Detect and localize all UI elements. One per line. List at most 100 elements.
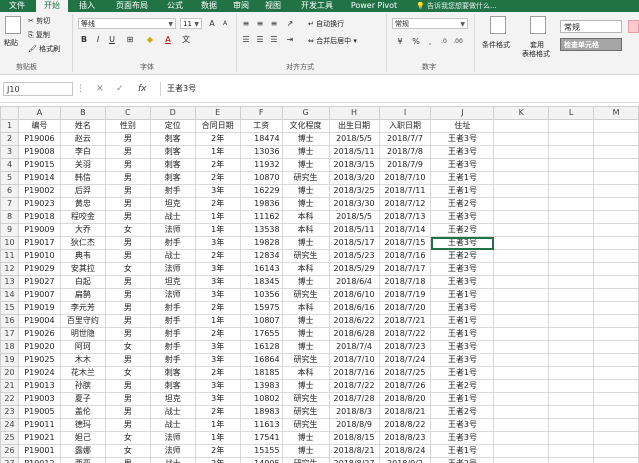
cell[interactable] xyxy=(548,249,595,263)
cell[interactable] xyxy=(593,366,639,380)
cell[interactable]: 王者1号 xyxy=(430,184,495,198)
row-header[interactable]: 27 xyxy=(0,457,19,463)
cell[interactable] xyxy=(548,223,595,237)
increase-font-icon[interactable]: A xyxy=(206,18,218,29)
tab-formulas[interactable]: 公式 xyxy=(160,0,190,12)
cell[interactable]: 王者3号 xyxy=(430,145,495,159)
format-table-line2[interactable]: 表格格式 xyxy=(522,49,550,59)
cell[interactable]: 2018/9/2 xyxy=(378,457,432,463)
column-header[interactable]: D xyxy=(149,106,196,120)
cell[interactable]: 王者1号 xyxy=(430,314,495,328)
column-header[interactable]: G xyxy=(281,106,330,120)
cell[interactable]: 研究生 xyxy=(281,353,330,367)
cell[interactable]: 研究生 xyxy=(281,418,330,432)
column-header[interactable]: E xyxy=(194,106,241,120)
cell[interactable]: 12834 xyxy=(239,249,283,263)
cell[interactable]: 2018/7/9 xyxy=(378,158,432,172)
cell[interactable]: 2018/7/4 xyxy=(328,340,380,354)
cell[interactable]: P19023 xyxy=(17,197,61,211)
cell[interactable] xyxy=(593,340,639,354)
align-center-icon[interactable]: ☰ xyxy=(254,34,266,45)
cell[interactable] xyxy=(493,340,550,354)
cell[interactable] xyxy=(493,184,550,198)
cell[interactable] xyxy=(593,301,639,315)
cell[interactable]: 射手 xyxy=(149,236,196,250)
cell[interactable] xyxy=(548,405,595,419)
cell[interactable]: 15155 xyxy=(239,444,283,458)
cell[interactable]: 2018/8/24 xyxy=(378,444,432,458)
cell[interactable]: 16229 xyxy=(239,184,283,198)
cell[interactable]: 射手 xyxy=(149,340,196,354)
cell[interactable] xyxy=(493,301,550,315)
increase-decimal-icon[interactable]: .0 xyxy=(438,36,450,47)
cell[interactable]: 射手 xyxy=(149,184,196,198)
tab-data[interactable]: 数据 xyxy=(194,0,224,12)
cell[interactable]: 王者3号 xyxy=(430,418,495,432)
header-cell[interactable]: 出生日期 xyxy=(328,119,380,133)
cell[interactable] xyxy=(593,145,639,159)
cell[interactable] xyxy=(548,236,595,250)
cell[interactable] xyxy=(593,223,639,237)
insert-function-icon[interactable]: fx xyxy=(138,82,147,96)
header-cell[interactable]: 入职日期 xyxy=(378,119,432,133)
cell[interactable]: 2年 xyxy=(194,327,241,341)
cell[interactable]: 2018/7/16 xyxy=(328,366,380,380)
align-bottom-icon[interactable]: ≡ xyxy=(268,18,280,29)
cell[interactable]: 2年 xyxy=(194,158,241,172)
cell[interactable]: 2年 xyxy=(194,132,241,146)
cell[interactable] xyxy=(493,262,550,276)
cell[interactable]: 15975 xyxy=(239,301,283,315)
cell[interactable] xyxy=(493,353,550,367)
cell[interactable]: 博士 xyxy=(281,275,330,289)
cell[interactable]: 男 xyxy=(104,301,151,315)
cell[interactable]: P19010 xyxy=(17,249,61,263)
cell[interactable]: 刺客 xyxy=(149,379,196,393)
tab-insert[interactable]: 插入 xyxy=(72,0,102,12)
column-header[interactable]: C xyxy=(104,106,151,120)
row-header[interactable]: 24 xyxy=(0,418,19,432)
cell[interactable]: 博士 xyxy=(281,197,330,211)
tab-file[interactable]: 文件 xyxy=(2,0,32,12)
cell[interactable]: 3年 xyxy=(194,288,241,302)
cell[interactable] xyxy=(593,457,639,463)
cell[interactable]: 孙膑 xyxy=(59,379,106,393)
header-cell[interactable]: 合同日期 xyxy=(194,119,241,133)
cell[interactable]: 2年 xyxy=(194,301,241,315)
cell[interactable]: 夏子 xyxy=(59,392,106,406)
cell[interactable]: 2018/7/12 xyxy=(378,197,432,211)
cell[interactable]: 刺客 xyxy=(149,366,196,380)
cell[interactable] xyxy=(593,197,639,211)
cell[interactable]: P19026 xyxy=(17,327,61,341)
cell[interactable]: 2018/7/23 xyxy=(378,340,432,354)
cell[interactable]: 10807 xyxy=(239,314,283,328)
align-middle-icon[interactable]: ≡ xyxy=(254,18,266,29)
decrease-font-icon[interactable]: A xyxy=(219,18,231,29)
cell[interactable]: 本科 xyxy=(281,301,330,315)
cell[interactable]: 本科 xyxy=(281,366,330,380)
cancel-icon[interactable]: ✕ xyxy=(96,82,104,96)
cell[interactable]: 女 xyxy=(104,340,151,354)
cell[interactable]: P19008 xyxy=(17,145,61,159)
cell[interactable] xyxy=(548,353,595,367)
column-header[interactable]: A xyxy=(17,106,61,120)
cell[interactable]: P19005 xyxy=(17,405,61,419)
column-header[interactable]: M xyxy=(593,106,639,120)
cell[interactable]: 坦克 xyxy=(149,392,196,406)
font-size-select[interactable]: 11 ▼ xyxy=(180,18,202,29)
cell[interactable]: 2018/5/5 xyxy=(328,132,380,146)
cell[interactable]: 2018/7/25 xyxy=(378,366,432,380)
cell-style-normal[interactable]: 常规 xyxy=(560,20,622,33)
cell[interactable]: 本科 xyxy=(281,223,330,237)
tab-view[interactable]: 视图 xyxy=(258,0,288,12)
cell[interactable]: 女 xyxy=(104,366,151,380)
cell[interactable]: 王者1号 xyxy=(430,444,495,458)
cell[interactable]: 盖伦 xyxy=(59,405,106,419)
align-top-icon[interactable]: ≡ xyxy=(240,18,252,29)
cell[interactable]: 王者2号 xyxy=(430,405,495,419)
tab-page-layout[interactable]: 页面布局 xyxy=(106,0,158,12)
cell[interactable] xyxy=(548,132,595,146)
cell[interactable]: 王者3号 xyxy=(430,275,495,289)
cell[interactable]: 德玛 xyxy=(59,418,106,432)
cell[interactable] xyxy=(493,366,550,380)
row-header[interactable]: 11 xyxy=(0,249,19,263)
